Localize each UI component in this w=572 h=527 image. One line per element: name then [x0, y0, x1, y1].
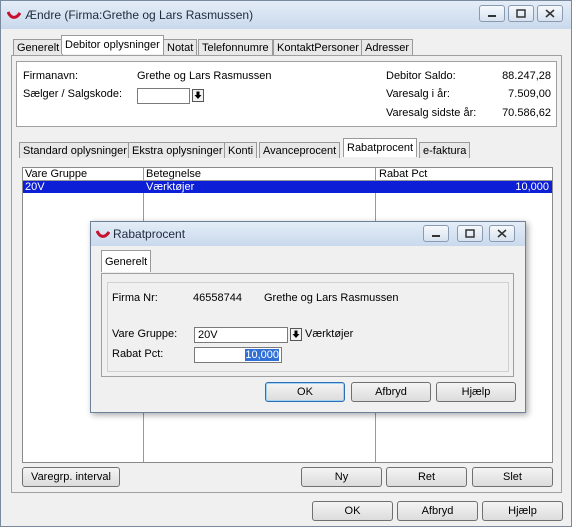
rabat-pct-selected-text: 10,000 [245, 349, 279, 361]
window-title: Ændre (Firma:Grethe og Lars Rasmussen) [25, 8, 254, 22]
cell-betegnelse: Værktøjer [146, 181, 195, 193]
varesalg-sidste-label: Varesalg sidste år: [386, 107, 477, 119]
dialog-hjaelp-button[interactable]: Hjælp [436, 382, 516, 402]
dialog-inner-box: Firma Nr: 46558744 Grethe og Lars Rasmus… [107, 282, 509, 372]
firma-navn-value: Grethe og Lars Rasmussen [264, 292, 399, 304]
tab-generelt[interactable]: Generelt [13, 39, 64, 55]
minimize-icon [488, 15, 496, 17]
minimize-button[interactable] [479, 5, 505, 22]
dialog-panel: Firma Nr: 46558744 Grethe og Lars Rasmus… [101, 273, 514, 377]
rabat-pct-input[interactable]: 10,000 [194, 347, 282, 363]
arrow-down-icon [194, 91, 202, 99]
minimize-icon [432, 235, 440, 237]
app-logo-icon [96, 230, 110, 238]
ok-button[interactable]: OK [312, 501, 393, 521]
vare-gruppe-description: Værktøjer [305, 328, 354, 340]
tab-rabatprocent[interactable]: Rabatprocent [343, 138, 418, 157]
dialog-close-button[interactable] [489, 225, 515, 242]
saldo-value: 88.247,28 [502, 70, 551, 82]
tab-telefonnumre[interactable]: Telefonnumre [198, 39, 273, 55]
varesalg-label: Varesalg i år: [386, 88, 450, 100]
tab-standard-oplysninger[interactable]: Standard oplysninger [19, 142, 131, 158]
saelger-label: Sælger / Salgskode: [23, 88, 123, 100]
saldo-label: Debitor Saldo: [386, 70, 456, 82]
close-icon [497, 229, 507, 238]
cell-vare-gruppe: 20V [25, 181, 45, 193]
tab-adresser[interactable]: Adresser [361, 39, 414, 55]
rabatprocent-dialog: Rabatprocent Generelt Firma Nr: 46558744… [90, 221, 526, 413]
varesalg-value: 7.509,00 [508, 88, 551, 100]
varegrp-interval-button[interactable]: Varegrp. interval [22, 467, 120, 487]
firmanavn-label: Firmanavn: [23, 70, 79, 82]
dialog-ok-button[interactable]: OK [265, 382, 345, 402]
app-logo-icon [7, 11, 21, 19]
arrow-down-icon [292, 330, 300, 338]
tab-ekstra-oplysninger[interactable]: Ekstra oplysninger [128, 142, 227, 158]
maximize-icon [465, 229, 475, 238]
tab-kontaktpersoner[interactable]: KontaktPersoner [273, 39, 363, 55]
title-bar[interactable]: Ændre (Firma:Grethe og Lars Rasmussen) [1, 1, 571, 29]
vare-gruppe-dropdown-button[interactable] [290, 328, 302, 341]
close-icon [545, 9, 555, 18]
ret-button[interactable]: Ret [386, 467, 467, 487]
cell-rabat-pct: 10,000 [515, 181, 549, 193]
afbryd-button[interactable]: Afbryd [397, 501, 478, 521]
firma-nr-value: 46558744 [193, 292, 242, 304]
maximize-button[interactable] [508, 5, 534, 22]
rabat-pct-label: Rabat Pct: [112, 348, 164, 360]
ny-button[interactable]: Ny [301, 467, 382, 487]
slet-button[interactable]: Slet [472, 467, 553, 487]
dialog-afbryd-button[interactable]: Afbryd [351, 382, 431, 402]
info-box: Firmanavn: Grethe og Lars Rasmussen Sælg… [16, 61, 557, 127]
dialog-title-bar[interactable]: Rabatprocent [91, 222, 525, 246]
firma-nr-label: Firma Nr: [112, 292, 158, 304]
dialog-title: Rabatprocent [113, 227, 186, 241]
close-button[interactable] [537, 5, 563, 22]
dialog-minimize-button[interactable] [423, 225, 449, 242]
varesalg-sidste-value: 70.586,62 [502, 107, 551, 119]
column-header-betegnelse[interactable]: Betegnelse [146, 168, 201, 180]
tab-konti[interactable]: Konti [224, 142, 258, 158]
column-header-vare-gruppe[interactable]: Vare Gruppe [25, 168, 87, 180]
tab-debitor-oplysninger[interactable]: Debitor oplysninger [61, 35, 164, 54]
saelger-dropdown-button[interactable] [192, 89, 204, 102]
hjaelp-button[interactable]: Hjælp [482, 501, 563, 521]
maximize-icon [516, 9, 526, 18]
table-row[interactable]: 20V Værktøjer 10,000 [23, 181, 552, 193]
dialog-maximize-button[interactable] [457, 225, 483, 242]
vare-gruppe-input[interactable]: 20V [194, 327, 288, 343]
column-header-rabat-pct[interactable]: Rabat Pct [379, 168, 427, 180]
firmanavn-value: Grethe og Lars Rasmussen [137, 70, 272, 82]
tab-avanceprocent[interactable]: Avanceprocent [259, 142, 341, 158]
dialog-tab-generelt[interactable]: Generelt [101, 250, 152, 272]
tab-notat[interactable]: Notat [163, 39, 198, 55]
tab-e-faktura[interactable]: e-faktura [419, 142, 471, 158]
vare-gruppe-label: Vare Gruppe: [112, 328, 178, 340]
saelger-input[interactable] [137, 88, 190, 104]
